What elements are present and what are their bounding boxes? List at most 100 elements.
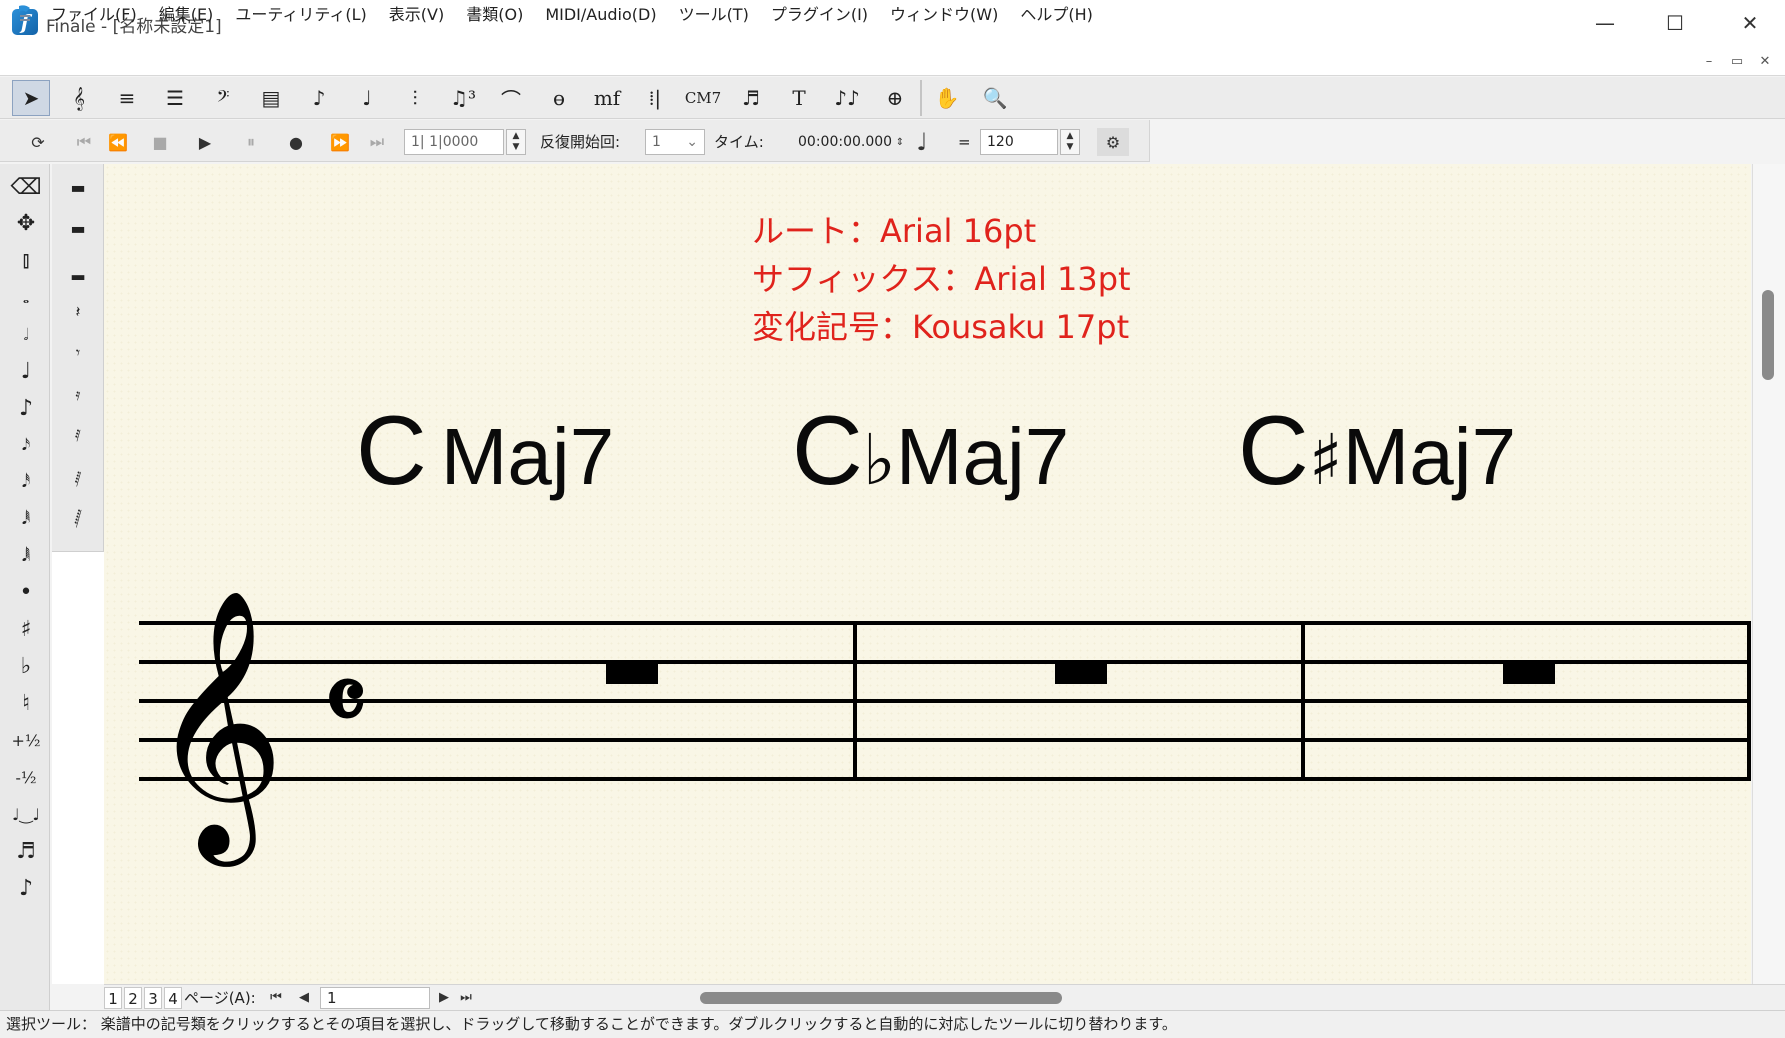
quarter-note-icon[interactable]: ♩ xyxy=(4,353,48,391)
flat-icon[interactable]: ♭ xyxy=(4,648,48,686)
thirty-second-rest-icon[interactable]: 𝅀 xyxy=(56,417,100,455)
raise-half-step-icon[interactable]: +½ xyxy=(4,722,48,760)
tie-icon[interactable]: ♩‿♩ xyxy=(4,795,48,833)
forward-to-end-button[interactable]: ⏭ xyxy=(361,128,393,156)
grace-note-icon[interactable]: ♬ xyxy=(4,832,48,870)
eighth-rest-icon[interactable]: 𝄾 xyxy=(56,334,100,372)
page-label: ページ(A): xyxy=(184,989,256,1007)
whole-note-icon[interactable]: 𝅝 xyxy=(4,279,48,317)
tempo-field[interactable]: 120 xyxy=(980,129,1058,155)
sixty-fourth-rest-icon[interactable]: 𝅁 xyxy=(56,459,100,497)
natural-icon[interactable]: ♮ xyxy=(4,685,48,723)
sixteenth-note-icon[interactable]: 𝅘𝅥𝅯 xyxy=(4,426,48,464)
page-number-field[interactable]: 1 xyxy=(320,987,430,1009)
slash-grace-icon[interactable]: ♪ xyxy=(4,869,48,907)
fast-forward-button[interactable]: ⏩ xyxy=(324,128,356,156)
document-restore-button[interactable]: ▭ xyxy=(1724,48,1750,74)
lyrics-tool-button[interactable]: ♬ xyxy=(732,80,770,116)
vertical-scrollbar[interactable] xyxy=(1752,164,1785,984)
next-page-button[interactable]: ▶ xyxy=(434,987,454,1009)
chord-tool-button[interactable]: CM7 xyxy=(684,80,722,116)
articulation-tool-button[interactable]: ⫶ xyxy=(396,80,434,116)
thirty-second-note-icon[interactable]: 𝅘𝅥𝅰 xyxy=(4,463,48,501)
rewind-button[interactable]: ⏪ xyxy=(102,128,134,156)
measure-tool-button[interactable]: ▤ xyxy=(252,80,290,116)
playback-settings-button[interactable]: ⚙ xyxy=(1097,128,1129,156)
slur-tool-button[interactable]: ⌒ xyxy=(492,80,530,116)
menu-item-9[interactable]: ヘルプ(H) xyxy=(1009,0,1104,30)
hundred-twenty-eighth-note-icon[interactable]: 𝅘𝅥𝅲 xyxy=(4,537,48,575)
tuplet-tool-button[interactable]: ♫³ xyxy=(444,80,482,116)
vertical-scroll-thumb[interactable] xyxy=(1762,290,1774,380)
sixteenth-rest-icon[interactable]: 𝄿 xyxy=(56,376,100,414)
sharp-icon[interactable]: ♯ xyxy=(4,611,48,649)
play-button[interactable]: ▶ xyxy=(189,128,221,156)
eraser-icon[interactable]: ⌫ xyxy=(4,168,48,206)
page-layout-tool-button[interactable]: ⊕ xyxy=(876,80,914,116)
loop-button[interactable]: ⟳ xyxy=(22,128,54,156)
chevron-down-icon: ⌄ xyxy=(686,134,698,150)
expression-tool-button[interactable]: mf xyxy=(588,80,626,116)
stop-button[interactable]: ■ xyxy=(144,128,176,156)
menu-item-1[interactable]: 編集(E) xyxy=(148,0,225,30)
text-tool-button[interactable]: T xyxy=(780,80,818,116)
last-page-button[interactable]: ⏭ xyxy=(456,987,476,1009)
measure-rest-icon[interactable]: ⫾ xyxy=(4,242,48,280)
note-tool-button[interactable]: ♪ xyxy=(300,80,338,116)
menu-item-7[interactable]: プラグイン(I) xyxy=(760,0,879,30)
dot-icon[interactable]: • xyxy=(4,574,48,612)
menu-item-4[interactable]: 書類(O) xyxy=(455,0,534,30)
page-tab-3[interactable]: 3 xyxy=(144,987,162,1009)
sixty-fourth-note-icon[interactable]: 𝅘𝅥𝅱 xyxy=(4,500,48,538)
ornament-tool-button[interactable]: ɵ xyxy=(540,80,578,116)
score-canvas[interactable]: ルート：Arial 16pt サフィックス：Arial 13pt 変化記号：Ko… xyxy=(104,164,1751,984)
half-rest-icon[interactable]: ▬ xyxy=(56,210,100,248)
tempo-spinner[interactable]: ▲ ▼ xyxy=(1060,129,1080,155)
clef-tool-button[interactable]: 𝄢 xyxy=(204,80,242,116)
document-close-button[interactable]: ✕ xyxy=(1752,48,1778,74)
menu-item-0[interactable]: ファイル(F) xyxy=(40,0,148,30)
quarter-note-icon[interactable]: ♩ xyxy=(906,128,938,156)
first-page-button[interactable]: ⏮ xyxy=(266,987,286,1009)
playback-note-tool-button[interactable]: ♩ xyxy=(348,80,386,116)
horizontal-scroll-thumb[interactable] xyxy=(700,992,1062,1004)
menu-item-5[interactable]: MIDI/Audio(D) xyxy=(534,0,667,30)
selection-tool-button[interactable]: ➤ xyxy=(12,80,50,116)
whole-rest-icon[interactable]: ▬ xyxy=(56,168,100,206)
half-note-icon[interactable]: 𝅗𝅥 xyxy=(4,316,48,354)
staff-tool-button[interactable]: 𝄞 xyxy=(60,80,98,116)
zoom-tool-button[interactable]: 🔍 xyxy=(976,80,1014,116)
prev-page-button[interactable]: ◀ xyxy=(294,987,314,1009)
page-tab-2[interactable]: 2 xyxy=(124,987,142,1009)
hundred-twenty-eighth-rest-icon[interactable]: 𝅂 xyxy=(56,500,100,538)
move-icon[interactable]: ✥ xyxy=(4,205,48,243)
pause-button[interactable]: ⏸ xyxy=(235,128,267,156)
smart-shape-tool-button[interactable]: ♪♪ xyxy=(828,80,866,116)
repeat-tool-button[interactable]: ⁞| xyxy=(636,80,674,116)
rewind-to-start-button[interactable]: ⏮ xyxy=(68,128,100,156)
page-tab-1[interactable]: 1 xyxy=(104,987,122,1009)
document-minimize-button[interactable]: – xyxy=(1696,48,1722,74)
whole-rest-measure-3 xyxy=(1503,664,1555,684)
menu-item-6[interactable]: ツール(T) xyxy=(668,0,760,30)
half-rest-alt-icon[interactable]: ▂ xyxy=(56,251,100,289)
hand-grabber-tool-button[interactable]: ✋ xyxy=(928,80,966,116)
menu-item-3[interactable]: 表示(V) xyxy=(378,0,455,30)
minimize-button[interactable]: — xyxy=(1570,0,1640,46)
menu-item-2[interactable]: ユーティリティ(L) xyxy=(224,0,377,30)
staff-system[interactable]: 𝄞 𝄴 xyxy=(104,164,1751,984)
position-spinner[interactable]: ▲ ▼ xyxy=(506,129,526,155)
simple-entry-tool-button[interactable]: ≡ xyxy=(108,80,146,116)
record-button[interactable]: ● xyxy=(280,128,312,156)
document-icon[interactable] xyxy=(16,4,34,24)
menu-item-8[interactable]: ウィンドウ(W) xyxy=(879,0,1009,30)
page-tab-4[interactable]: 4 xyxy=(164,987,182,1009)
lower-half-step-icon[interactable]: -½ xyxy=(4,758,48,796)
close-button[interactable]: ✕ xyxy=(1715,0,1785,46)
speedy-entry-tool-button[interactable]: ☰ xyxy=(156,80,194,116)
repeat-start-select[interactable]: 1 ⌄ xyxy=(645,129,705,155)
eighth-note-icon[interactable]: ♪ xyxy=(4,389,48,427)
quarter-rest-icon[interactable]: 𝄽 xyxy=(56,293,100,331)
maximize-button[interactable]: ☐ xyxy=(1640,0,1710,46)
position-counter-field[interactable]: 1| 1|0000 xyxy=(404,129,504,155)
